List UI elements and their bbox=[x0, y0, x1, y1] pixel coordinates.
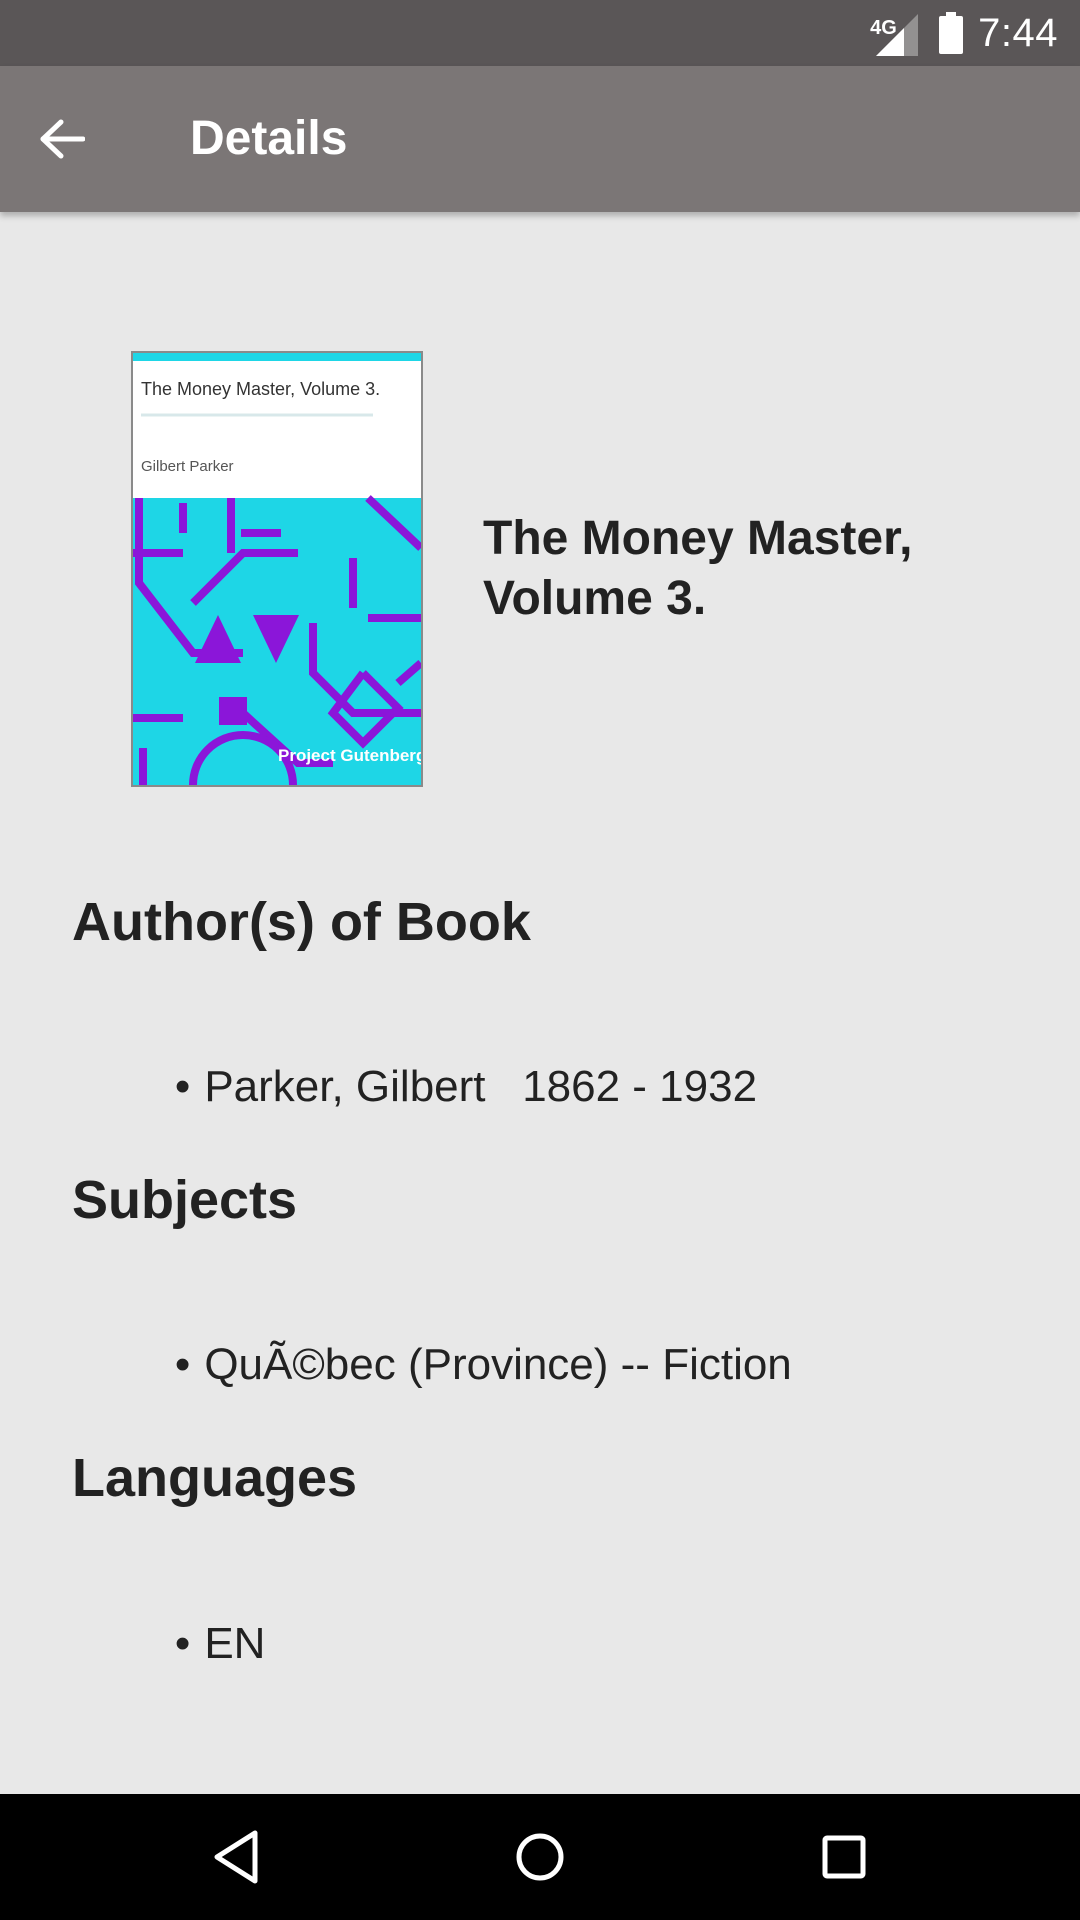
nav-recents-button[interactable] bbox=[804, 1817, 884, 1897]
authors-heading: Author(s) of Book bbox=[72, 892, 531, 952]
bullet-icon: • bbox=[174, 1062, 191, 1111]
page-title: Details bbox=[190, 112, 348, 165]
languages-heading: Languages bbox=[72, 1448, 358, 1508]
book-title: The Money Master, Volume 3. bbox=[483, 512, 913, 625]
subject-list-item: • QuÃ©bec (Province) -- Fiction bbox=[126, 1281, 792, 1449]
subject-name: QuÃ©bec (Province) -- Fiction bbox=[204, 1340, 792, 1389]
signal-icon: 4G bbox=[870, 10, 924, 56]
recents-square-icon bbox=[822, 1835, 866, 1879]
cover-publisher-text: Project Gutenberg bbox=[278, 746, 421, 765]
nav-home-button[interactable] bbox=[500, 1817, 580, 1897]
arrow-back-icon bbox=[40, 119, 85, 159]
language-name: EN bbox=[204, 1619, 266, 1668]
book-cover-image: The Money Master, Volume 3. Gilbert Park… bbox=[131, 351, 423, 787]
home-circle-icon bbox=[516, 1833, 564, 1881]
app-bar: Details bbox=[0, 66, 1080, 212]
details-content: The Money Master, Volume 3. Gilbert Park… bbox=[0, 212, 1080, 1794]
author-name: Parker, Gilbert 1862 - 1932 bbox=[204, 1062, 758, 1111]
bullet-icon: • bbox=[174, 1340, 191, 1389]
language-list-item: • EN bbox=[126, 1560, 266, 1728]
back-button[interactable] bbox=[30, 107, 94, 171]
subjects-heading: Subjects bbox=[72, 1170, 298, 1230]
navigation-bar bbox=[0, 1794, 1080, 1920]
status-bar: 4G 7:44 bbox=[0, 0, 1080, 66]
author-list-item: • Parker, Gilbert 1862 - 1932 bbox=[126, 1003, 757, 1171]
nav-back-button[interactable] bbox=[196, 1817, 276, 1897]
status-time: 7:44 bbox=[978, 10, 1058, 55]
battery-icon bbox=[938, 12, 964, 54]
cover-title-text: The Money Master, Volume 3. bbox=[141, 379, 380, 399]
status-icons: 4G 7:44 bbox=[870, 0, 1058, 66]
back-triangle-icon bbox=[214, 1830, 258, 1884]
cover-author-text: Gilbert Parker bbox=[141, 458, 234, 475]
network-type-label: 4G bbox=[870, 17, 897, 39]
bullet-icon: • bbox=[174, 1619, 191, 1668]
